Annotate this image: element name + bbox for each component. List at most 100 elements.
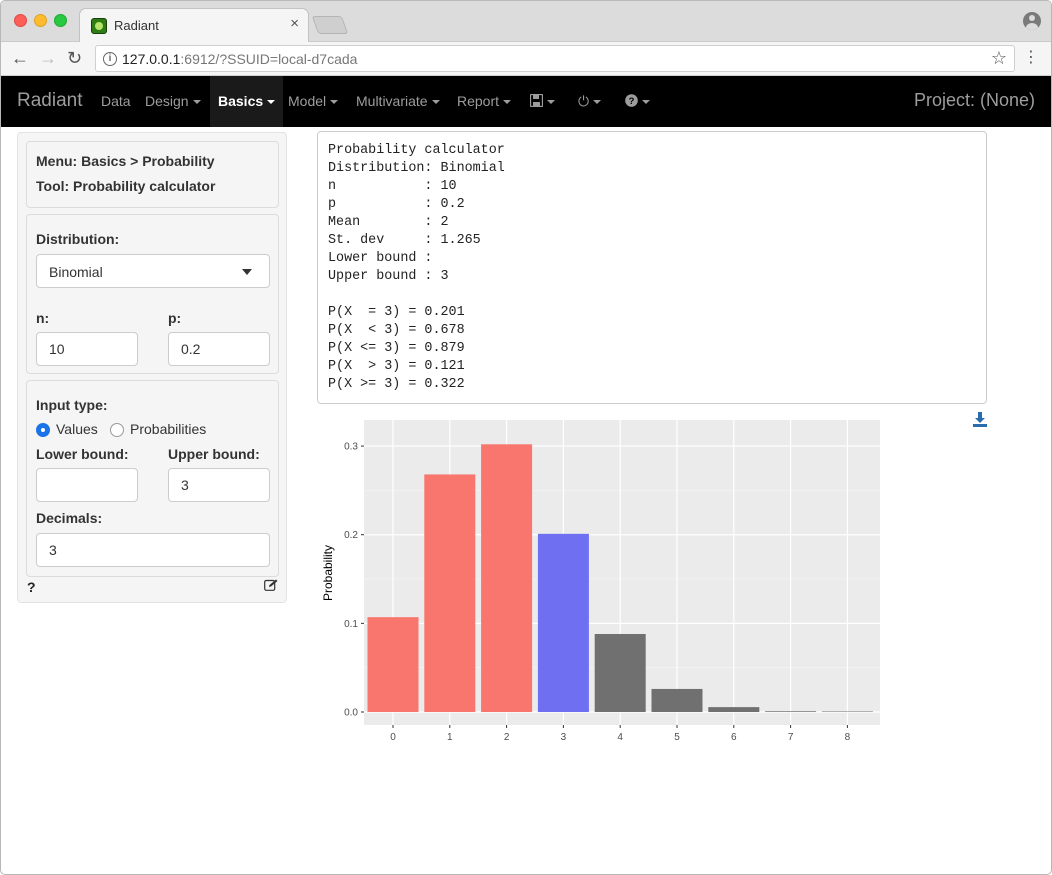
bar-5 — [651, 688, 703, 712]
nav-model[interactable]: Model — [288, 93, 339, 109]
upper-bound-label: Upper bound: — [168, 446, 260, 462]
x-tick-label: 3 — [561, 732, 567, 743]
nav-save[interactable] — [529, 93, 555, 109]
address-bar[interactable]: i 127.0.0.1:6912/?SSUID=local-d7cada ☆ — [95, 45, 1015, 72]
radiant-favicon-icon — [91, 18, 107, 34]
sidebar-panel: Menu: Basics > Probability Tool: Probabi… — [17, 132, 287, 603]
radio-probabilities[interactable] — [110, 423, 124, 437]
x-tick-label: 5 — [674, 732, 680, 743]
site-info-icon[interactable]: i — [103, 52, 117, 66]
input-well: Input type: Values Probabilities Lower b… — [26, 380, 279, 577]
back-arrow-icon[interactable]: ← — [11, 48, 29, 68]
forward-arrow-icon[interactable]: → — [39, 48, 57, 68]
maximize-window-button[interactable] — [54, 14, 67, 27]
download-icon[interactable] — [972, 412, 988, 428]
bar-0 — [367, 617, 419, 712]
x-tick-label: 4 — [617, 732, 623, 743]
p-label: p: — [168, 310, 182, 326]
nav-basics[interactable]: Basics — [210, 76, 284, 127]
minimize-window-button[interactable] — [34, 14, 47, 27]
bar-6 — [708, 707, 760, 712]
browser-tab-bar: Radiant × — [1, 1, 1051, 42]
url-host: 127.0.0.1 — [122, 51, 181, 67]
distribution-label: Distribution: — [36, 231, 120, 247]
lower-bound-label: Lower bound: — [36, 446, 129, 462]
bookmark-star-icon[interactable]: ☆ — [991, 48, 1007, 69]
chevron-down-icon — [593, 100, 602, 105]
nav-data[interactable]: Data — [101, 93, 131, 109]
distribution-select[interactable]: Binomial — [36, 254, 270, 288]
summary-text: Probability calculator Distribution: Bin… — [328, 143, 505, 392]
nav-design[interactable]: Design — [145, 93, 201, 109]
chevron-down-icon — [642, 100, 650, 105]
tab-title: Radiant — [114, 18, 159, 33]
x-tick-label: 2 — [504, 732, 510, 743]
y-tick-label: 0.1 — [344, 619, 358, 630]
x-tick-label: 7 — [788, 732, 794, 743]
bar-2 — [481, 444, 533, 712]
lower-bound-input[interactable] — [36, 468, 138, 502]
browser-menu-icon[interactable]: ⋮ — [1023, 49, 1039, 67]
caret-down-icon — [242, 269, 252, 275]
menu-info-well: Menu: Basics > Probability Tool: Probabi… — [26, 141, 279, 208]
app-navbar: Radiant Data Design Basics Model Multiva… — [1, 76, 1051, 127]
nav-multivariate-label: Multivariate — [356, 93, 428, 109]
decimals-input[interactable] — [36, 533, 270, 567]
app-brand[interactable]: Radiant — [17, 90, 83, 112]
nav-power[interactable]: ⏻ — [578, 93, 602, 110]
svg-text:?: ? — [629, 96, 635, 107]
browser-toolbar: ← → ↻ i 127.0.0.1:6912/?SSUID=local-d7ca… — [1, 42, 1051, 76]
chevron-down-icon — [330, 100, 339, 105]
profile-icon[interactable] — [1023, 12, 1041, 30]
nav-basics-label: Basics — [218, 93, 264, 109]
bar-7 — [765, 711, 817, 712]
chevron-down-icon — [192, 100, 201, 105]
x-tick-label: 0 — [390, 732, 396, 743]
y-axis-label: Probability — [321, 545, 335, 601]
browser-window: Radiant × ← → ↻ i 127.0.0.1:6912/?SSUID=… — [0, 0, 1052, 875]
nav-report[interactable]: Report — [457, 93, 512, 109]
nav-help[interactable]: ? — [625, 93, 650, 109]
distribution-value: Binomial — [49, 264, 103, 280]
chevron-down-icon — [547, 100, 555, 105]
nav-multivariate[interactable]: Multivariate — [356, 93, 440, 109]
nav-report-label: Report — [457, 93, 500, 109]
tool-name: Tool: Probability calculator — [36, 178, 216, 194]
probability-bar-chart: Probability 0.0 0.1 0.2 0.3 0 1 2 3 4 5 6 7 8 — [321, 420, 880, 743]
x-tick-label: 1 — [447, 732, 453, 743]
help-icon[interactable]: ? — [27, 579, 36, 595]
upper-bound-input[interactable] — [168, 468, 270, 502]
radio-values[interactable] — [36, 423, 50, 437]
close-window-button[interactable] — [14, 14, 27, 27]
menu-path: Menu: Basics > Probability — [36, 153, 215, 169]
n-input[interactable] — [36, 332, 138, 366]
y-tick-label: 0.0 — [344, 708, 358, 719]
bar-8 — [821, 711, 873, 712]
new-tab-button[interactable] — [311, 16, 349, 34]
radio-probabilities-label[interactable]: Probabilities — [130, 421, 206, 437]
tab-close-icon[interactable]: × — [290, 15, 299, 32]
summary-output: Probability calculator Distribution: Bin… — [317, 131, 987, 404]
chevron-down-icon — [503, 100, 512, 105]
url-text: 127.0.0.1:6912/?SSUID=local-d7cada — [122, 51, 357, 67]
x-tick-label: 6 — [731, 732, 737, 743]
distribution-well: Distribution: Binomial n: p: — [26, 214, 279, 374]
question-circle-icon: ? — [625, 94, 638, 107]
nav-model-label: Model — [288, 93, 327, 109]
edit-report-icon[interactable] — [264, 579, 278, 591]
decimals-label: Decimals: — [36, 510, 103, 526]
chevron-down-icon — [431, 100, 440, 105]
nav-design-label: Design — [145, 93, 189, 109]
bar-4 — [594, 633, 646, 712]
bar-3 — [537, 533, 589, 712]
x-tick-label: 8 — [845, 732, 851, 743]
reload-icon[interactable]: ↻ — [67, 48, 82, 68]
bar-1 — [424, 474, 476, 712]
chevron-down-icon — [267, 100, 276, 105]
input-type-label: Input type: — [36, 397, 108, 413]
p-input[interactable] — [168, 332, 270, 366]
radio-values-label[interactable]: Values — [56, 421, 98, 437]
y-tick-label: 0.2 — [344, 530, 358, 541]
browser-tab[interactable]: Radiant × — [79, 8, 309, 42]
power-icon: ⏻ — [578, 93, 590, 109]
